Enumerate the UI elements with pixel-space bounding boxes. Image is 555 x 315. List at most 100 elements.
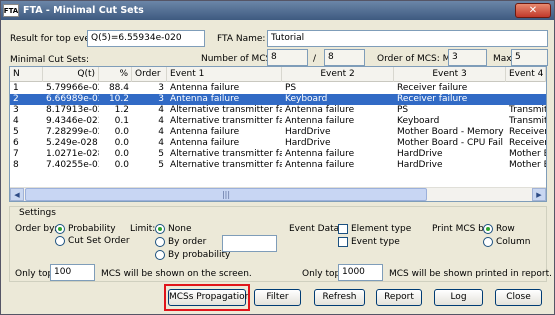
scroll-right-icon[interactable]: ▶	[532, 188, 546, 201]
order-by-cut-set-label[interactable]: Cut Set Order	[68, 235, 130, 247]
table-row[interactable]: 5 7.28299e-027 0.0 4 Antenna failure HardDriv…	[10, 127, 546, 138]
table-cell-q: 5.79966e-020	[46, 83, 99, 93]
close-icon[interactable]: ✕	[515, 3, 551, 18]
print-by-column-radio[interactable]	[483, 237, 493, 247]
limit-none-radio[interactable]	[155, 224, 165, 234]
table-row[interactable]: 2 6.66989e-021 10.2 3 Antenna failure Keyboar…	[10, 94, 546, 105]
column-header-percent[interactable]: %	[99, 67, 132, 82]
limit-by-order-label[interactable]: By order	[168, 236, 206, 248]
event-type-label[interactable]: Event type	[351, 236, 400, 248]
filter-button[interactable]: Filter	[254, 289, 301, 306]
column-header-event-1[interactable]: Event 1	[167, 67, 282, 82]
table-cell-q: 8.17913e-022	[46, 105, 99, 115]
total-mcs-field: 8	[324, 49, 365, 66]
limit-by-order-radio[interactable]	[155, 237, 165, 247]
limit-by-probability-radio[interactable]	[155, 250, 165, 260]
log-button[interactable]: Log	[434, 289, 483, 306]
refresh-button[interactable]: Refresh	[314, 289, 365, 306]
table-cell-pct: 10.2	[108, 94, 129, 104]
title-bar: FTA FTA - Minimal Cut Sets ✕	[1, 1, 554, 20]
only-top-screen-field[interactable]: 100	[50, 264, 95, 281]
table-cell-pct: 0.0	[114, 149, 129, 159]
table-cell-q: 5.249e-028	[46, 138, 98, 148]
table-row[interactable]: 7 1.0271e-028 0.0 5 Alternative transmitter …	[10, 149, 546, 160]
scroll-thumb[interactable]: |||	[25, 188, 427, 201]
table-cell-e2: Antenna failure	[285, 116, 355, 126]
fta-name-field[interactable]: Tutorial	[267, 30, 548, 47]
order-min-field: 3	[448, 49, 487, 66]
table-cell-pct: 0.0	[114, 160, 129, 170]
table-cell-pct: 0.1	[114, 116, 129, 126]
limit-value-field[interactable]	[222, 235, 277, 252]
element-type-checkbox[interactable]	[338, 224, 348, 234]
order-max-label: Max	[493, 54, 512, 64]
table-cell-order: 3	[158, 94, 164, 104]
order-by-label: Order by:	[15, 224, 57, 234]
order-by-probability-radio[interactable]	[55, 224, 65, 234]
column-header-event-3[interactable]: Event 3	[394, 67, 506, 82]
table-cell-e2: HardDrive	[285, 127, 331, 137]
mcs-window: FTA FTA - Minimal Cut Sets ✕ Result for …	[0, 0, 555, 315]
table-cell-e2: Antenna failure	[285, 160, 355, 170]
column-header-event-2[interactable]: Event 2	[282, 67, 394, 82]
cut-sets-table[interactable]: N Q(t) % Order Event 1 Event 2 Event 3 E…	[9, 66, 547, 202]
print-by-row-label[interactable]: Row	[496, 223, 515, 235]
scroll-left-icon[interactable]: ◀	[10, 188, 24, 201]
horizontal-scrollbar[interactable]: ◀ ||| ▶	[10, 187, 546, 201]
event-data-label: Event Data:	[289, 224, 343, 234]
table-cell-e2: Antenna failure	[285, 149, 355, 159]
table-cell-q: 7.40255e-030	[46, 160, 99, 170]
order-by-probability-label[interactable]: Probability	[68, 223, 116, 235]
table-cell-e3: HardDrive	[397, 149, 443, 159]
table-cell-e4: Transmitter f	[509, 105, 546, 115]
column-header-n[interactable]: N	[10, 67, 43, 82]
table-row[interactable]: 8 7.40255e-030 0.0 5 Alternative transmitter…	[10, 160, 546, 171]
table-cell-e1: Antenna failure	[170, 127, 240, 137]
print-by-row-radio[interactable]	[483, 224, 493, 234]
limit-none-label[interactable]: None	[168, 223, 191, 235]
screen-suffix-label: MCS will be shown on the screen.	[101, 269, 252, 279]
event-type-checkbox[interactable]	[338, 237, 348, 247]
table-cell-e3: HardDrive	[397, 160, 443, 170]
table-cell-e1: Alternative transmitter failure	[170, 116, 282, 126]
table-cell-order: 4	[158, 105, 164, 115]
table-cell-e1: Alternative transmitter failure	[170, 105, 282, 115]
table-cell-e4: Transmitter f	[509, 116, 546, 126]
highlight-box	[164, 284, 250, 311]
table-cell-e1: Alternative transmitter failure	[170, 160, 282, 170]
table-cell-e1: Alternative transmitter failure	[170, 149, 282, 159]
element-type-label[interactable]: Element type	[351, 223, 411, 235]
table-row[interactable]: 4 9.4346e-023 0.1 4 Alternative transmitter …	[10, 116, 546, 127]
table-cell-n: 8	[13, 160, 19, 170]
table-cell-q: 1.0271e-028	[46, 149, 99, 159]
table-cell-n: 6	[13, 138, 19, 148]
table-cell-order: 4	[158, 116, 164, 126]
order-by-cut-set-radio[interactable]	[55, 236, 65, 246]
table-row[interactable]: 1 5.79966e-020 88.4 3 Antenna failure PS Recei…	[10, 83, 546, 94]
table-row[interactable]: 3 8.17913e-022 1.2 4 Alternative transmitter…	[10, 105, 546, 116]
table-cell-e1: Antenna failure	[170, 83, 240, 93]
table-cell-order: 5	[158, 149, 164, 159]
table-header: N Q(t) % Order Event 1 Event 2 Event 3 E…	[10, 67, 546, 82]
only-top-print-field[interactable]: 1000	[338, 264, 383, 281]
table-cell-e2: Antenna failure	[285, 105, 355, 115]
report-button[interactable]: Report	[376, 289, 422, 306]
app-icon: FTA	[3, 4, 19, 17]
column-header-event-4[interactable]: Event 4	[506, 67, 546, 82]
table-cell-e1: Antenna failure	[170, 138, 240, 148]
print-by-column-label[interactable]: Column	[496, 236, 530, 248]
num-mcs-separator: /	[313, 54, 317, 64]
result-field[interactable]: Q(5)=6.55934e-020	[87, 30, 205, 47]
table-row[interactable]: 6 5.249e-028 0.0 4 Antenna failure HardDrive M…	[10, 138, 546, 149]
table-cell-n: 7	[13, 149, 19, 159]
window-title: FTA - Minimal Cut Sets	[23, 5, 144, 16]
only-top-print-label: Only top	[302, 269, 341, 279]
column-header-q[interactable]: Q(t)	[43, 67, 99, 82]
close-button[interactable]: Close	[495, 289, 542, 306]
limit-label: Limit:	[130, 224, 156, 234]
table-cell-e3: Mother Board - CPU Fail	[397, 138, 504, 148]
only-top-screen-label: Only top	[15, 269, 54, 279]
order-min-label: Order of MCS: Min	[377, 54, 459, 64]
num-mcs-field: 8	[267, 49, 308, 66]
column-header-order[interactable]: Order	[132, 67, 167, 82]
